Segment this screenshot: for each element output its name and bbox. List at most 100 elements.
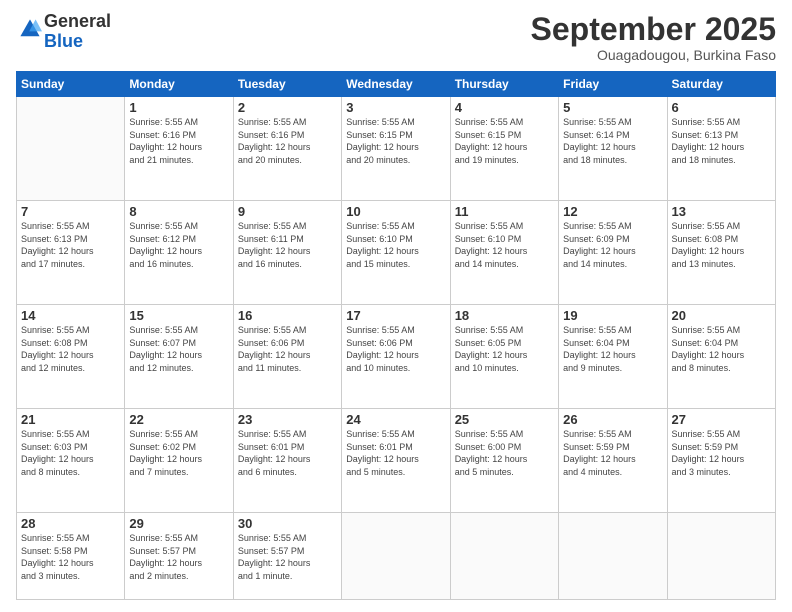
logo: General Blue xyxy=(16,12,111,52)
table-row: 20Sunrise: 5:55 AM Sunset: 6:04 PM Dayli… xyxy=(667,305,775,409)
day-number: 28 xyxy=(21,516,120,531)
day-number: 14 xyxy=(21,308,120,323)
day-number: 30 xyxy=(238,516,337,531)
day-info: Sunrise: 5:55 AM Sunset: 6:15 PM Dayligh… xyxy=(346,116,445,166)
day-info: Sunrise: 5:55 AM Sunset: 6:01 PM Dayligh… xyxy=(346,428,445,478)
calendar-week-row: 14Sunrise: 5:55 AM Sunset: 6:08 PM Dayli… xyxy=(17,305,776,409)
table-row: 12Sunrise: 5:55 AM Sunset: 6:09 PM Dayli… xyxy=(559,201,667,305)
table-row: 9Sunrise: 5:55 AM Sunset: 6:11 PM Daylig… xyxy=(233,201,341,305)
day-number: 18 xyxy=(455,308,554,323)
day-number: 4 xyxy=(455,100,554,115)
day-number: 5 xyxy=(563,100,662,115)
day-number: 17 xyxy=(346,308,445,323)
day-number: 25 xyxy=(455,412,554,427)
day-number: 16 xyxy=(238,308,337,323)
day-info: Sunrise: 5:55 AM Sunset: 6:04 PM Dayligh… xyxy=(672,324,771,374)
calendar-table: Sunday Monday Tuesday Wednesday Thursday… xyxy=(16,71,776,600)
day-number: 15 xyxy=(129,308,228,323)
table-row: 25Sunrise: 5:55 AM Sunset: 6:00 PM Dayli… xyxy=(450,409,558,513)
day-info: Sunrise: 5:55 AM Sunset: 6:15 PM Dayligh… xyxy=(455,116,554,166)
day-info: Sunrise: 5:55 AM Sunset: 6:12 PM Dayligh… xyxy=(129,220,228,270)
day-number: 9 xyxy=(238,204,337,219)
day-number: 20 xyxy=(672,308,771,323)
page: General Blue September 2025 Ouagadougou,… xyxy=(0,0,792,612)
day-number: 24 xyxy=(346,412,445,427)
day-info: Sunrise: 5:55 AM Sunset: 5:59 PM Dayligh… xyxy=(563,428,662,478)
title-block: September 2025 Ouagadougou, Burkina Faso xyxy=(531,12,776,63)
col-saturday: Saturday xyxy=(667,72,775,97)
day-number: 2 xyxy=(238,100,337,115)
day-info: Sunrise: 5:55 AM Sunset: 5:58 PM Dayligh… xyxy=(21,532,120,582)
col-thursday: Thursday xyxy=(450,72,558,97)
day-info: Sunrise: 5:55 AM Sunset: 6:05 PM Dayligh… xyxy=(455,324,554,374)
table-row: 16Sunrise: 5:55 AM Sunset: 6:06 PM Dayli… xyxy=(233,305,341,409)
table-row: 3Sunrise: 5:55 AM Sunset: 6:15 PM Daylig… xyxy=(342,97,450,201)
day-info: Sunrise: 5:55 AM Sunset: 5:57 PM Dayligh… xyxy=(238,532,337,582)
col-friday: Friday xyxy=(559,72,667,97)
table-row xyxy=(17,97,125,201)
day-info: Sunrise: 5:55 AM Sunset: 6:08 PM Dayligh… xyxy=(21,324,120,374)
col-sunday: Sunday xyxy=(17,72,125,97)
day-info: Sunrise: 5:55 AM Sunset: 6:14 PM Dayligh… xyxy=(563,116,662,166)
table-row: 23Sunrise: 5:55 AM Sunset: 6:01 PM Dayli… xyxy=(233,409,341,513)
col-monday: Monday xyxy=(125,72,233,97)
calendar-week-row: 1Sunrise: 5:55 AM Sunset: 6:16 PM Daylig… xyxy=(17,97,776,201)
day-info: Sunrise: 5:55 AM Sunset: 6:16 PM Dayligh… xyxy=(129,116,228,166)
day-info: Sunrise: 5:55 AM Sunset: 6:08 PM Dayligh… xyxy=(672,220,771,270)
day-info: Sunrise: 5:55 AM Sunset: 6:11 PM Dayligh… xyxy=(238,220,337,270)
table-row: 27Sunrise: 5:55 AM Sunset: 5:59 PM Dayli… xyxy=(667,409,775,513)
month-title: September 2025 xyxy=(531,12,776,47)
table-row: 8Sunrise: 5:55 AM Sunset: 6:12 PM Daylig… xyxy=(125,201,233,305)
table-row: 10Sunrise: 5:55 AM Sunset: 6:10 PM Dayli… xyxy=(342,201,450,305)
table-row: 22Sunrise: 5:55 AM Sunset: 6:02 PM Dayli… xyxy=(125,409,233,513)
table-row: 15Sunrise: 5:55 AM Sunset: 6:07 PM Dayli… xyxy=(125,305,233,409)
table-row: 18Sunrise: 5:55 AM Sunset: 6:05 PM Dayli… xyxy=(450,305,558,409)
day-number: 29 xyxy=(129,516,228,531)
day-number: 8 xyxy=(129,204,228,219)
day-info: Sunrise: 5:55 AM Sunset: 6:10 PM Dayligh… xyxy=(455,220,554,270)
day-info: Sunrise: 5:55 AM Sunset: 6:09 PM Dayligh… xyxy=(563,220,662,270)
location-subtitle: Ouagadougou, Burkina Faso xyxy=(531,47,776,63)
calendar-week-row: 21Sunrise: 5:55 AM Sunset: 6:03 PM Dayli… xyxy=(17,409,776,513)
day-info: Sunrise: 5:55 AM Sunset: 6:13 PM Dayligh… xyxy=(21,220,120,270)
day-number: 7 xyxy=(21,204,120,219)
day-info: Sunrise: 5:55 AM Sunset: 6:10 PM Dayligh… xyxy=(346,220,445,270)
table-row: 6Sunrise: 5:55 AM Sunset: 6:13 PM Daylig… xyxy=(667,97,775,201)
table-row: 2Sunrise: 5:55 AM Sunset: 6:16 PM Daylig… xyxy=(233,97,341,201)
logo-general-text: General xyxy=(44,11,111,31)
calendar-week-row: 7Sunrise: 5:55 AM Sunset: 6:13 PM Daylig… xyxy=(17,201,776,305)
day-info: Sunrise: 5:55 AM Sunset: 6:07 PM Dayligh… xyxy=(129,324,228,374)
day-number: 1 xyxy=(129,100,228,115)
day-number: 27 xyxy=(672,412,771,427)
table-row: 5Sunrise: 5:55 AM Sunset: 6:14 PM Daylig… xyxy=(559,97,667,201)
table-row: 24Sunrise: 5:55 AM Sunset: 6:01 PM Dayli… xyxy=(342,409,450,513)
table-row: 21Sunrise: 5:55 AM Sunset: 6:03 PM Dayli… xyxy=(17,409,125,513)
table-row xyxy=(450,513,558,600)
logo-blue-text: Blue xyxy=(44,31,83,51)
logo-icon xyxy=(18,17,42,41)
table-row: 17Sunrise: 5:55 AM Sunset: 6:06 PM Dayli… xyxy=(342,305,450,409)
table-row: 26Sunrise: 5:55 AM Sunset: 5:59 PM Dayli… xyxy=(559,409,667,513)
day-number: 11 xyxy=(455,204,554,219)
day-number: 23 xyxy=(238,412,337,427)
day-number: 10 xyxy=(346,204,445,219)
day-info: Sunrise: 5:55 AM Sunset: 6:13 PM Dayligh… xyxy=(672,116,771,166)
day-number: 19 xyxy=(563,308,662,323)
table-row: 1Sunrise: 5:55 AM Sunset: 6:16 PM Daylig… xyxy=(125,97,233,201)
day-number: 22 xyxy=(129,412,228,427)
day-info: Sunrise: 5:55 AM Sunset: 5:57 PM Dayligh… xyxy=(129,532,228,582)
day-number: 13 xyxy=(672,204,771,219)
table-row: 7Sunrise: 5:55 AM Sunset: 6:13 PM Daylig… xyxy=(17,201,125,305)
day-number: 6 xyxy=(672,100,771,115)
table-row: 11Sunrise: 5:55 AM Sunset: 6:10 PM Dayli… xyxy=(450,201,558,305)
day-info: Sunrise: 5:55 AM Sunset: 6:03 PM Dayligh… xyxy=(21,428,120,478)
logo-text: General Blue xyxy=(44,12,111,52)
day-info: Sunrise: 5:55 AM Sunset: 6:04 PM Dayligh… xyxy=(563,324,662,374)
table-row: 19Sunrise: 5:55 AM Sunset: 6:04 PM Dayli… xyxy=(559,305,667,409)
col-wednesday: Wednesday xyxy=(342,72,450,97)
day-number: 12 xyxy=(563,204,662,219)
table-row: 28Sunrise: 5:55 AM Sunset: 5:58 PM Dayli… xyxy=(17,513,125,600)
table-row xyxy=(667,513,775,600)
table-row xyxy=(559,513,667,600)
day-number: 26 xyxy=(563,412,662,427)
